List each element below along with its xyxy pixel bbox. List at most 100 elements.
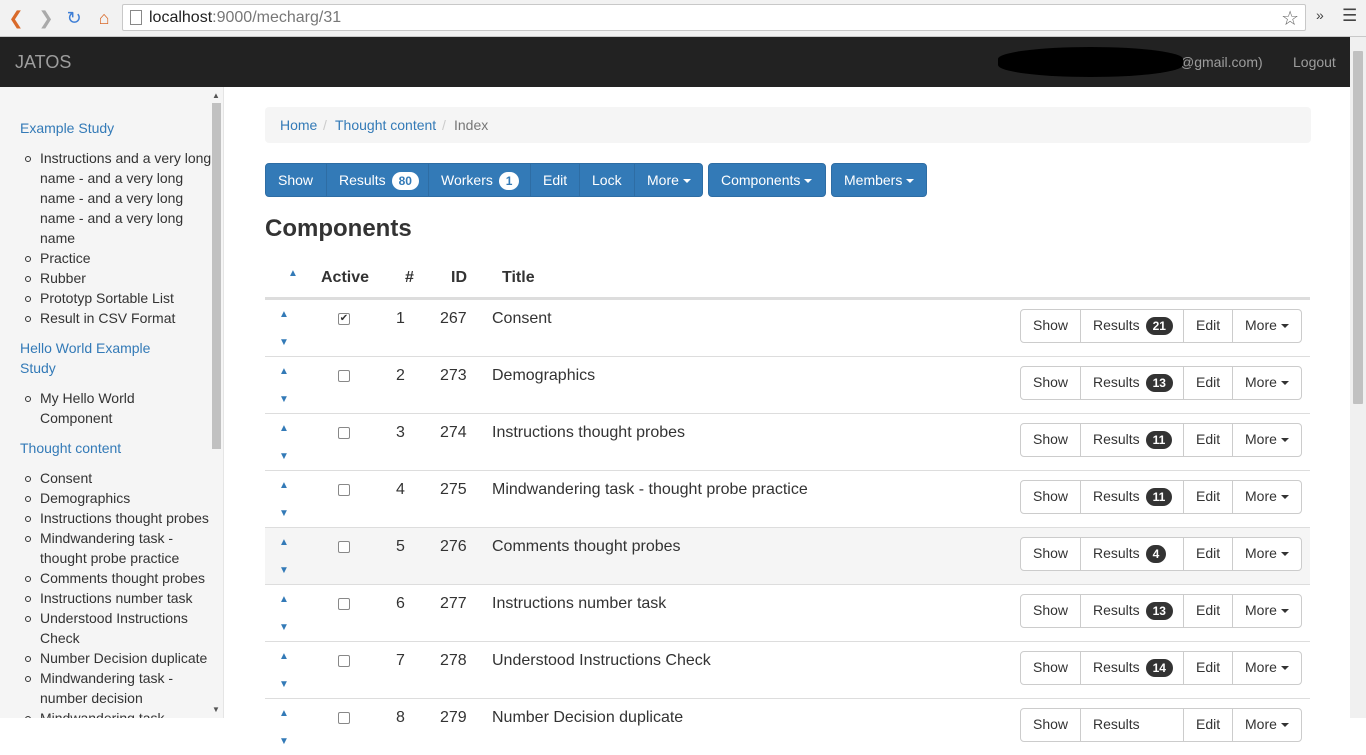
sidebar-component[interactable]: Practice (25, 248, 212, 268)
sidebar-component[interactable]: Instructions thought probes (25, 508, 212, 528)
page-scrollbar[interactable] (1350, 37, 1366, 718)
reload-icon[interactable]: ↻ (62, 6, 86, 30)
component-show-button[interactable]: Show (1020, 537, 1081, 571)
component-more-button[interactable]: More (1232, 594, 1302, 628)
move-up-icon[interactable]: ▲ (279, 537, 289, 548)
sidebar-component[interactable]: Instructions and a very long name - and … (25, 148, 212, 248)
sidebar-component[interactable]: Mindwandering task - thought probe pract… (25, 528, 190, 568)
move-down-icon[interactable]: ▼ (279, 451, 289, 462)
move-up-icon[interactable]: ▲ (279, 708, 289, 719)
active-checkbox[interactable]: ✔ (338, 313, 350, 325)
component-results-button[interactable]: Results 11 (1080, 480, 1184, 514)
move-down-icon[interactable]: ▼ (279, 679, 289, 690)
component-more-button[interactable]: More (1232, 309, 1302, 343)
study-lock-button[interactable]: Lock (579, 163, 635, 197)
component-results-button[interactable]: Results 14 (1080, 651, 1184, 685)
move-down-icon[interactable]: ▼ (279, 565, 289, 576)
scroll-down-icon[interactable]: ▼ (212, 705, 220, 714)
move-down-icon[interactable]: ▼ (279, 508, 289, 519)
active-checkbox[interactable] (338, 712, 350, 724)
sidebar-component[interactable]: Rubber (25, 268, 212, 288)
component-show-button[interactable]: Show (1020, 651, 1081, 685)
component-edit-button[interactable]: Edit (1183, 594, 1233, 628)
sidebar-component[interactable]: Prototyp Sortable List (25, 288, 212, 308)
sidebar-scrollbar[interactable]: ▲ ▼ (210, 89, 222, 717)
component-show-button[interactable]: Show (1020, 708, 1081, 742)
component-results-button[interactable]: Results 11 (1080, 423, 1184, 457)
scroll-up-icon[interactable]: ▲ (212, 91, 220, 100)
move-up-icon[interactable]: ▲ (279, 594, 289, 605)
sidebar-component[interactable]: Mindwandering task (25, 708, 212, 718)
sidebar-study-thought-content[interactable]: Thought content (20, 438, 200, 458)
study-results-button[interactable]: Results 80 (326, 163, 429, 197)
study-edit-button[interactable]: Edit (530, 163, 580, 197)
component-edit-button[interactable]: Edit (1183, 651, 1233, 685)
component-show-button[interactable]: Show (1020, 423, 1081, 457)
component-results-button[interactable]: Results 4 (1080, 537, 1184, 571)
move-down-icon[interactable]: ▼ (279, 736, 289, 747)
active-checkbox[interactable] (338, 484, 350, 496)
move-up-icon[interactable]: ▲ (279, 480, 289, 491)
members-dropdown-button[interactable]: Members (831, 163, 927, 197)
component-show-button[interactable]: Show (1020, 309, 1081, 343)
user-email[interactable]: @gmail.com) (1180, 54, 1263, 70)
component-more-button[interactable]: More (1232, 423, 1302, 457)
move-up-icon[interactable]: ▲ (279, 423, 289, 434)
sidebar-component[interactable]: My Hello World Component (25, 388, 160, 428)
move-up-icon[interactable]: ▲ (279, 366, 289, 377)
sidebar-study-hello-world[interactable]: Hello World Example Study (20, 338, 170, 378)
brand[interactable]: JATOS (15, 52, 71, 73)
sort-up-icon[interactable]: ▲ (288, 268, 298, 279)
logout-link[interactable]: Logout (1293, 54, 1336, 70)
move-up-icon[interactable]: ▲ (279, 651, 289, 662)
bookmark-star-icon[interactable]: ☆ (1281, 6, 1299, 31)
active-checkbox[interactable] (338, 370, 350, 382)
sidebar-component[interactable]: Instructions number task (25, 588, 212, 608)
component-show-button[interactable]: Show (1020, 480, 1081, 514)
address-bar[interactable]: localhost:9000/mecharg/31 ☆ (122, 4, 1306, 31)
back-icon[interactable]: ❮ (4, 6, 28, 30)
study-workers-button[interactable]: Workers 1 (428, 163, 531, 197)
move-down-icon[interactable]: ▼ (279, 394, 289, 405)
page-scroll-thumb[interactable] (1353, 51, 1363, 404)
active-checkbox[interactable] (338, 541, 350, 553)
study-show-button[interactable]: Show (265, 163, 327, 197)
component-more-button[interactable]: More (1232, 708, 1302, 742)
sidebar-component[interactable]: Comments thought probes (25, 568, 212, 588)
breadcrumb-home[interactable]: Home (280, 117, 317, 133)
sidebar-component[interactable]: Demographics (25, 488, 212, 508)
component-more-button[interactable]: More (1232, 651, 1302, 685)
component-show-button[interactable]: Show (1020, 366, 1081, 400)
breadcrumb-study[interactable]: Thought content (335, 117, 436, 133)
active-checkbox[interactable] (338, 598, 350, 610)
move-up-icon[interactable]: ▲ (279, 309, 289, 320)
component-edit-button[interactable]: Edit (1183, 366, 1233, 400)
sidebar-scroll-thumb[interactable] (212, 103, 221, 449)
component-edit-button[interactable]: Edit (1183, 423, 1233, 457)
menu-icon[interactable]: ☰ (1342, 6, 1357, 26)
component-results-button[interactable]: Results (1080, 708, 1184, 742)
component-show-button[interactable]: Show (1020, 594, 1081, 628)
sidebar-study-example[interactable]: Example Study (20, 118, 200, 138)
move-down-icon[interactable]: ▼ (279, 337, 289, 348)
study-more-button[interactable]: More (634, 163, 703, 197)
extensions-chevron-icon[interactable]: » (1316, 7, 1324, 23)
component-results-button[interactable]: Results 13 (1080, 594, 1184, 628)
component-results-button[interactable]: Results 13 (1080, 366, 1184, 400)
sidebar-component[interactable]: Result in CSV Format (25, 308, 212, 328)
component-more-button[interactable]: More (1232, 366, 1302, 400)
move-down-icon[interactable]: ▼ (279, 622, 289, 633)
active-checkbox[interactable] (338, 427, 350, 439)
sidebar-component[interactable]: Understood Instructions Check (25, 608, 195, 648)
sidebar-component[interactable]: Mindwandering task - number decision (25, 668, 185, 708)
component-edit-button[interactable]: Edit (1183, 309, 1233, 343)
component-more-button[interactable]: More (1232, 480, 1302, 514)
component-edit-button[interactable]: Edit (1183, 537, 1233, 571)
components-dropdown-button[interactable]: Components (708, 163, 826, 197)
component-more-button[interactable]: More (1232, 537, 1302, 571)
sidebar-component[interactable]: Number Decision duplicate (25, 648, 212, 668)
forward-icon[interactable]: ❯ (34, 6, 58, 30)
active-checkbox[interactable] (338, 655, 350, 667)
sidebar-component[interactable]: Consent (25, 468, 212, 488)
component-results-button[interactable]: Results 21 (1080, 309, 1184, 343)
